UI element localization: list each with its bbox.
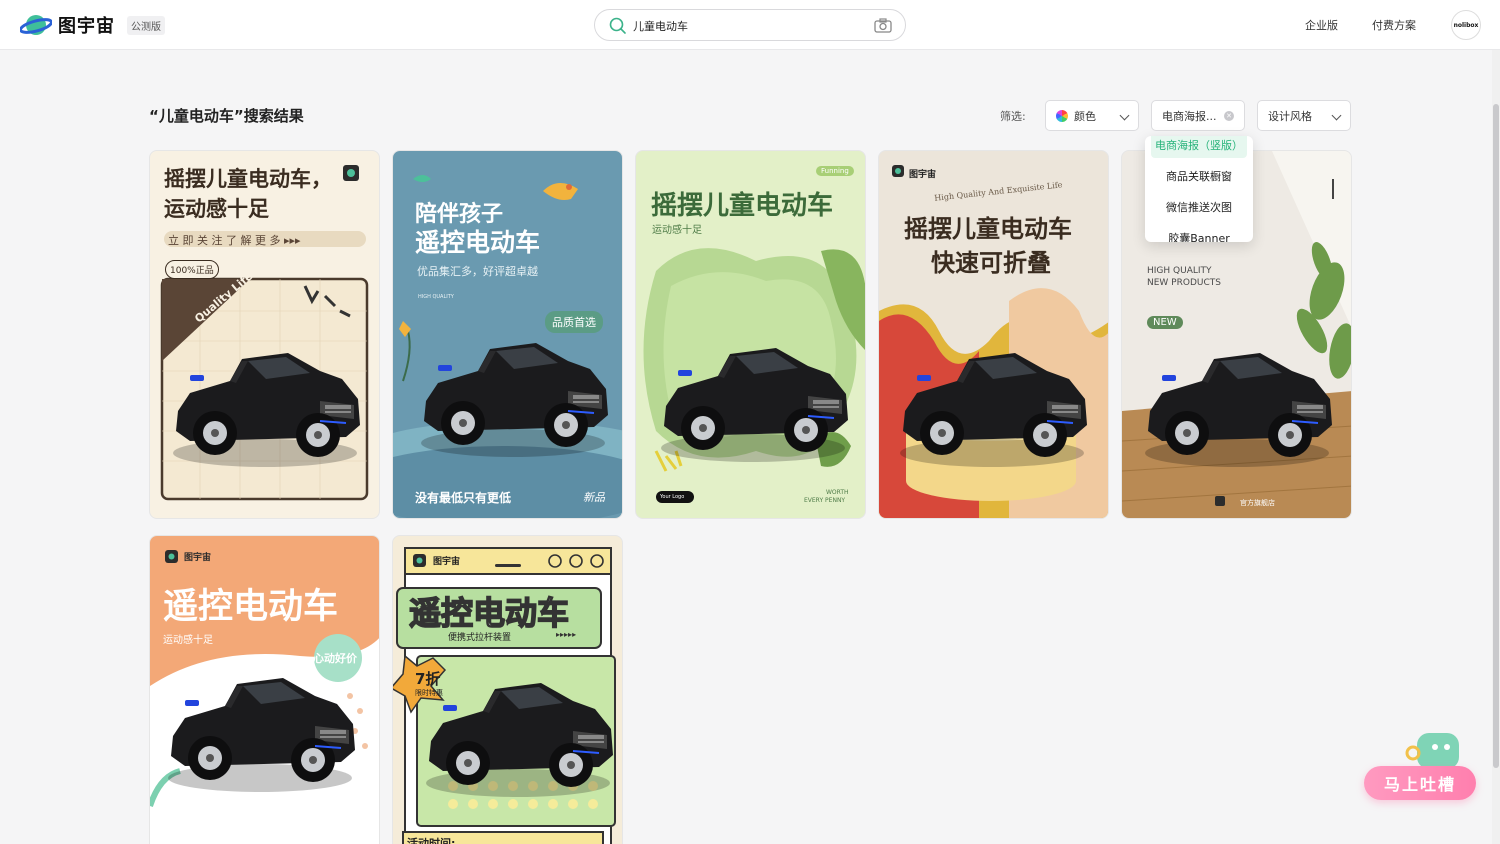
card-discount: 7折 bbox=[415, 670, 441, 688]
card-seal: 100%正品 bbox=[165, 260, 219, 279]
results-title: “儿童电动车”搜索结果 bbox=[149, 107, 304, 125]
feedback-button[interactable]: 马上吐槽 bbox=[1364, 766, 1476, 800]
card-brand: 图宇宙 bbox=[184, 553, 212, 563]
color-filter[interactable]: 颜色 bbox=[1045, 100, 1139, 131]
page-scrollbar[interactable] bbox=[1492, 50, 1500, 844]
type-filter-label: 电商海报... bbox=[1162, 109, 1217, 123]
card-tagline: 优品集汇多，好评超卓越 bbox=[417, 265, 538, 278]
style-filter[interactable]: 设计风格 bbox=[1257, 100, 1351, 131]
brand-logo[interactable]: 图宇宙 公测版 bbox=[20, 12, 165, 38]
card-footer-text: EVERY PENNY bbox=[804, 497, 846, 504]
nav-pricing[interactable]: 付费方案 bbox=[1372, 17, 1416, 33]
card-subtitle: 运动感十足 bbox=[163, 635, 213, 646]
card-badge: 品质首选 bbox=[545, 311, 603, 333]
card-text-line: NEW PRODUCTS bbox=[1147, 278, 1221, 288]
result-card[interactable]: 陪伴孩子 遥控电动车 优品集汇多，好评超卓越 HIGH QUALITY 品质首选… bbox=[392, 150, 623, 519]
chevron-down-icon bbox=[1331, 110, 1342, 121]
search-bar bbox=[594, 9, 906, 41]
card-strip: 立 即 关 注 了 解 更 多 ▸▸▸ bbox=[168, 234, 301, 247]
mascot-icon[interactable] bbox=[1405, 731, 1461, 771]
filter-label: 筛选: bbox=[1000, 110, 1026, 123]
brand-name: 图宇宙 bbox=[58, 16, 115, 37]
result-card[interactable]: 图宇宙 遥控电动车 便携式拉杆装置 ▸▸▸▸▸ 7折 限时特惠 活动时间: bbox=[392, 535, 623, 844]
search-icon[interactable] bbox=[609, 17, 627, 35]
dropdown-option[interactable]: 微信推送次图 bbox=[1151, 194, 1247, 220]
color-wheel-icon bbox=[1056, 109, 1068, 122]
avatar-text: nolibox bbox=[1453, 21, 1479, 29]
card-subtitle: 运动感十足 bbox=[652, 225, 702, 236]
type-dropdown-menu: 电商海报（竖版） 商品关联橱窗 微信推送次图 胶囊Banner bbox=[1145, 136, 1253, 242]
result-card[interactable]: Funning 摇摆儿童电动车 运动感十足 Your Logo WORTH EV… bbox=[635, 150, 866, 519]
card-title: 摇摆儿童电动车， bbox=[164, 167, 332, 191]
card-tiny-text: HIGH QUALITY bbox=[418, 294, 454, 300]
result-card[interactable]: 摇摆儿童电动车， 运动感十足 立 即 关 注 了 解 更 多 ▸▸▸ 100%正… bbox=[149, 150, 380, 519]
planet-logo-icon bbox=[20, 15, 52, 35]
card-text-line: HIGH QUALITY bbox=[1147, 266, 1212, 276]
top-header: 图宇宙 公测版 企业版 付费方案 nolibox bbox=[0, 0, 1500, 50]
beta-badge: 公测版 bbox=[127, 15, 165, 35]
scrollbar-thumb[interactable] bbox=[1493, 104, 1499, 768]
dropdown-option[interactable]: 商品关联橱窗 bbox=[1151, 163, 1247, 189]
card-title: 摇摆儿童电动车 bbox=[651, 191, 834, 221]
card-new-tag: NEW bbox=[1147, 316, 1183, 329]
card-bottom-text: 活动时间: bbox=[407, 837, 456, 844]
card-title: 摇摆儿童电动车 bbox=[904, 215, 1072, 243]
camera-icon[interactable] bbox=[874, 18, 892, 34]
card-brand: 图宇宙 bbox=[909, 170, 937, 180]
card-badge: 心动好价 bbox=[313, 652, 357, 665]
type-filter[interactable]: 电商海报... ✕ bbox=[1151, 100, 1245, 131]
card-discount-sub: 限时特惠 bbox=[415, 689, 443, 697]
card-bottom-text: 没有最低只有更低 bbox=[415, 491, 512, 505]
result-card[interactable]: 图宇宙 遥控电动车 运动感十足 心动好价 bbox=[149, 535, 380, 844]
card-title: 遥控电动车 bbox=[163, 587, 339, 627]
card-artwork bbox=[879, 165, 1108, 518]
card-arrows: ▸▸▸▸▸ bbox=[556, 630, 577, 639]
card-title: 遥控电动车 bbox=[408, 593, 570, 633]
clear-icon[interactable]: ✕ bbox=[1224, 111, 1234, 121]
feedback-label: 马上吐槽 bbox=[1383, 775, 1456, 794]
chevron-down-icon bbox=[1119, 110, 1130, 121]
card-subtitle: 便携式拉杆装置 bbox=[448, 633, 512, 643]
card-store-text: 官方旗舰店 bbox=[1240, 499, 1275, 507]
card-brand: 图宇宙 bbox=[433, 557, 461, 567]
dropdown-option[interactable]: 电商海报（竖版） bbox=[1151, 136, 1247, 158]
result-card[interactable]: 图宇宙 High Quality And Exquisite Life 摇摆儿童… bbox=[878, 150, 1109, 519]
avatar[interactable]: nolibox bbox=[1451, 10, 1481, 40]
card-logo-text: Your Logo bbox=[660, 494, 685, 500]
card-subtitle: 遥控电动车 bbox=[415, 228, 541, 257]
dropdown-option[interactable]: 胶囊Banner bbox=[1151, 225, 1247, 242]
card-bottom-tag: 新品 bbox=[583, 491, 605, 504]
nav-enterprise[interactable]: 企业版 bbox=[1305, 17, 1338, 33]
card-footer-text: WORTH bbox=[826, 489, 849, 496]
card-subtitle: 快速可折叠 bbox=[931, 249, 1051, 277]
search-input[interactable] bbox=[633, 16, 863, 36]
style-filter-label: 设计风格 bbox=[1268, 109, 1312, 123]
card-subtitle: 运动感十足 bbox=[164, 197, 269, 221]
color-filter-label: 颜色 bbox=[1074, 109, 1096, 123]
card-tag: Funning bbox=[816, 166, 854, 176]
